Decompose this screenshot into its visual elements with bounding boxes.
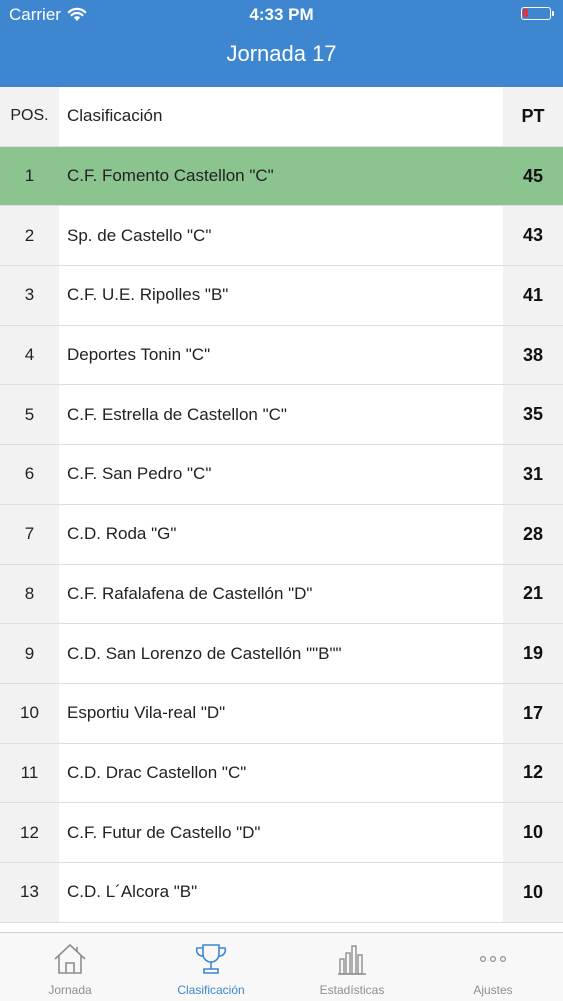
row-position: 8 (0, 564, 59, 624)
tab-label: Clasificación (177, 983, 245, 997)
table-row[interactable]: 10 Esportiu Vila-real "D" 17 (0, 683, 563, 744)
row-points: 12 (503, 743, 563, 803)
table-row[interactable]: 4 Deportes Tonin "C" 38 (0, 325, 563, 386)
table-row[interactable]: 6 C.F. San Pedro "C" 31 (0, 445, 563, 505)
row-position: 3 (0, 266, 59, 325)
table-row[interactable]: 5 C.F. Estrella de Castellon "C" 35 (0, 385, 563, 446)
row-points: 10 (503, 862, 563, 922)
row-points: 43 (503, 206, 563, 266)
table-row[interactable]: 11 C.D. Drac Castellon "C" 12 (0, 743, 563, 804)
clock: 4:33 PM (249, 5, 314, 24)
bar-chart-icon (338, 945, 366, 975)
row-position: 10 (0, 683, 59, 743)
table-row[interactable]: 7 C.D. Roda "G" 28 (0, 504, 563, 565)
row-position: 11 (0, 743, 59, 803)
more-icon (479, 956, 507, 963)
row-position: 13 (0, 862, 59, 922)
trophy-icon (195, 944, 227, 974)
row-position: 7 (0, 504, 59, 564)
row-points: 19 (503, 624, 563, 683)
standings-table: POS. Clasificación PT 1 C.F. Fomento Cast… (0, 87, 563, 923)
row-points: 21 (503, 564, 563, 624)
table-row[interactable]: 13 C.D. L´Alcora "B" 10 (0, 862, 563, 923)
row-team-name: C.D. Drac Castellon "C" (67, 762, 247, 782)
table-row[interactable]: 3 C.F. U.E. Ripolles "B" 41 (0, 266, 563, 326)
row-team-name: C.D. L´Alcora "B" (67, 882, 198, 902)
row-team-name: Esportiu Vila-real "D" (67, 703, 226, 723)
tab-ajustes[interactable]: Ajustes (423, 933, 563, 1001)
row-points: 45 (503, 146, 563, 206)
row-team-name: C.D. Roda "G" (67, 524, 177, 544)
tab-label: Ajustes (473, 983, 513, 997)
row-points: 35 (503, 385, 563, 445)
table-row[interactable]: 8 C.F. Rafalafena de Castellón "D" 21 (0, 564, 563, 625)
row-points: 31 (503, 445, 563, 504)
row-position: 12 (0, 803, 59, 862)
tab-label: Jornada (48, 983, 92, 997)
tab-clasificacion[interactable]: Clasificación (141, 933, 281, 1001)
row-team-name: C.F. San Pedro "C" (67, 464, 212, 484)
row-team-name: C.F. Rafalafena de Castellón "D" (67, 583, 313, 603)
table-row[interactable]: 12 C.F. Futur de Castello "D" 10 (0, 803, 563, 863)
row-position: 5 (0, 385, 59, 445)
row-position: 4 (0, 325, 59, 385)
column-header-pos: POS. (0, 87, 59, 146)
tab-bar: Jornada Clasificación Estadísticas Ajust… (0, 932, 563, 1001)
table-row[interactable]: 1 C.F. Fomento Castellon "C" 45 (0, 146, 563, 207)
table-row[interactable]: 2 Sp. de Castello "C" 43 (0, 206, 563, 267)
row-points: 41 (503, 266, 563, 325)
tab-label: Estadísticas (319, 983, 385, 997)
status-bar: Carrier 4:33 PM (0, 0, 563, 30)
row-points: 10 (503, 803, 563, 862)
row-team-name: Deportes Tonin "C" (67, 345, 211, 365)
column-header-pt: PT (503, 87, 563, 146)
battery-icon (521, 7, 554, 20)
tab-estadisticas[interactable]: Estadísticas (282, 933, 422, 1001)
row-position: 1 (0, 146, 59, 206)
table-row[interactable]: 9 C.D. San Lorenzo de Castellón ""B"" 19 (0, 624, 563, 684)
nav-header: Carrier 4:33 PM Jornada 17 (0, 0, 563, 87)
row-team-name: C.D. San Lorenzo de Castellón ""B"" (67, 643, 342, 663)
home-icon (54, 943, 86, 974)
tab-jornada[interactable]: Jornada (0, 933, 140, 1001)
row-team-name: C.F. Fomento Castellon "C" (67, 166, 274, 186)
row-team-name: Sp. de Castello "C" (67, 225, 212, 245)
row-team-name: C.F. U.E. Ripolles "B" (67, 285, 229, 305)
row-points: 28 (503, 504, 563, 564)
row-position: 6 (0, 445, 59, 504)
row-team-name: C.F. Estrella de Castellon "C" (67, 404, 287, 424)
row-points: 17 (503, 683, 563, 743)
row-position: 2 (0, 206, 59, 266)
row-position: 9 (0, 624, 59, 683)
page-title: Jornada 17 (226, 41, 337, 66)
table-header: POS. Clasificación PT (0, 87, 563, 147)
row-points: 38 (503, 325, 563, 385)
column-header-name: Clasificación (67, 106, 163, 126)
row-team-name: C.F. Futur de Castello "D" (67, 822, 261, 842)
